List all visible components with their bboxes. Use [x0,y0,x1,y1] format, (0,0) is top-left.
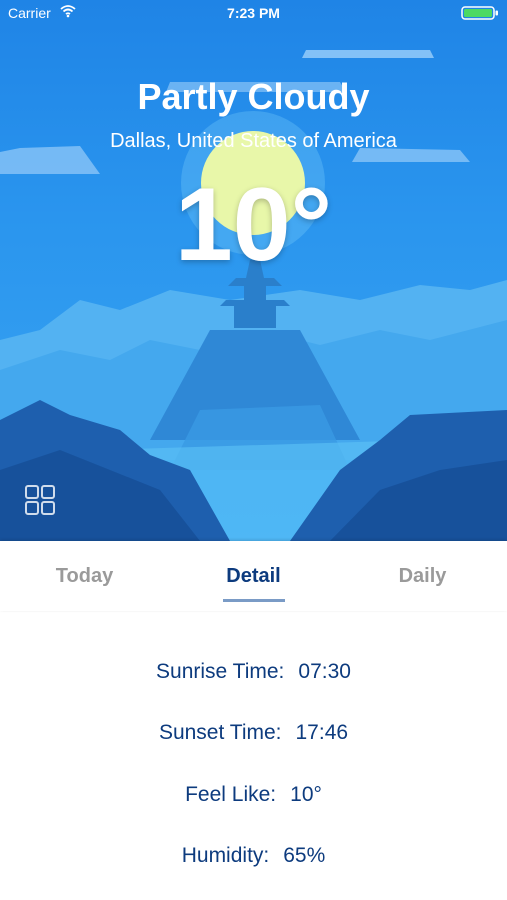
sunset-value: 17:46 [295,721,349,744]
tab-today[interactable]: Today [0,565,169,588]
sunset-row: Sunset Time: 17:46 [0,721,507,745]
weather-hero: Partly Cloudy Dallas, United States of A… [0,0,507,541]
sunrise-label: Sunrise Time: [156,660,285,683]
feels-like-value: 10° [290,783,322,806]
sunrise-value: 07:30 [298,660,351,683]
feels-like-row: Feel Like: 10° [0,783,507,807]
humidity-row: Humidity: 65% [0,844,507,868]
battery-icon [461,6,498,20]
location-label: Dallas, United States of America [110,130,397,152]
tab-bar: Today Detail Daily [0,541,507,611]
humidity-label: Humidity: [181,844,270,867]
active-tab-indicator [223,599,285,602]
sunset-label: Sunset Time: [158,721,282,744]
weather-condition: Partly Cloudy [137,76,370,117]
grid-icon[interactable] [24,484,56,516]
sunrise-row: Sunrise Time: 07:30 [0,660,507,684]
temperature-readout: 10° [174,167,333,283]
feels-like-label: Feel Like: [185,783,277,806]
humidity-value: 65% [283,844,326,867]
tab-detail[interactable]: Detail [169,565,338,588]
tab-daily[interactable]: Daily [338,565,507,588]
status-bar: Carrier 7:23 PM [0,0,507,28]
status-time: 7:23 PM [227,5,280,21]
